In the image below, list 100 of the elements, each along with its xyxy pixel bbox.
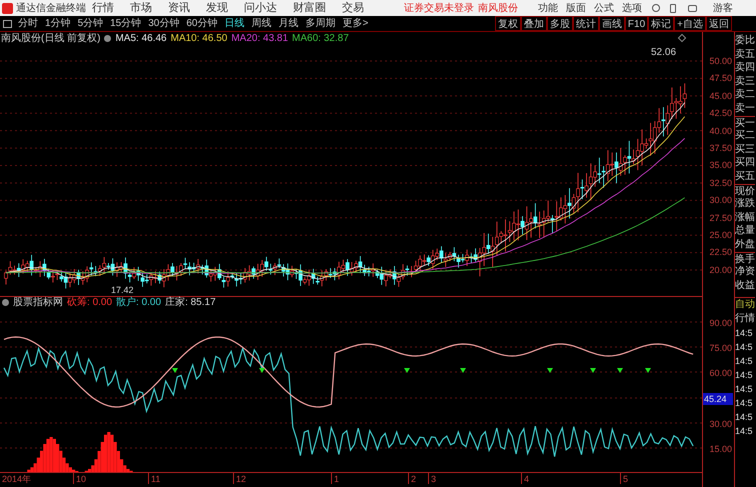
price-axis-label: 42.50 (708, 107, 733, 120)
date-label: 4 (521, 473, 620, 484)
menu-item[interactable]: 行情 (92, 0, 114, 16)
moving-average-value: MA60: 32.87 (292, 32, 349, 46)
indicator-axis-label: 90.00 (708, 317, 733, 330)
date-label: 12 (233, 473, 331, 484)
chart-title: 南风股份(日线 前复权) (1, 32, 100, 46)
date-label: 3 (428, 473, 521, 484)
indicator-axis-label: 45.24 (703, 392, 734, 418)
panel-toggle-icon[interactable] (3, 20, 12, 28)
moving-average-value: MA20: 43.81 (231, 32, 288, 46)
ticks-header: 行情 (735, 312, 755, 326)
price-axis-label: 30.00 (708, 194, 733, 208)
period-tab[interactable]: 更多> (342, 16, 368, 31)
quote-label: 买一 (735, 116, 755, 130)
indicator-value: 散户: 0.00 (116, 296, 162, 310)
toolbar-button[interactable]: 返回 (706, 16, 732, 31)
price-axis-label: 50.00 (708, 55, 733, 68)
moving-average-value: MA5: 46.46 (115, 32, 167, 46)
quote-label: 卖五 (735, 48, 755, 62)
quote-label: 买二 (735, 129, 755, 143)
indicator-axis-label: 15.00 (708, 442, 733, 456)
date-label: 10 (73, 473, 148, 484)
signal-triangle-icon (617, 368, 623, 373)
period-tab[interactable]: 1分钟 (45, 16, 71, 31)
trade-time: 14:5 (735, 341, 754, 354)
menu-item[interactable]: 公式 (594, 0, 614, 16)
menu-item[interactable]: 资讯 (168, 0, 190, 16)
auto-status[interactable]: 自动 (735, 297, 755, 312)
signal-triangle-icon (547, 368, 553, 373)
period-tab[interactable]: 月线 (278, 16, 298, 31)
app-logo-icon (2, 2, 13, 14)
menu-item[interactable]: 市场 (130, 0, 152, 16)
price-axis-label: 20.00 (708, 264, 733, 277)
quote-label: 委比 (735, 34, 755, 48)
toolbar-button[interactable]: 标记 (648, 16, 674, 31)
period-tab[interactable]: 60分钟 (186, 16, 218, 31)
menu-item[interactable]: 发现 (206, 0, 228, 16)
toolbar-button[interactable]: 画线 (598, 16, 625, 31)
toolbar-button[interactable]: 复权 (494, 16, 521, 31)
date-label: 11 (148, 473, 233, 484)
login-status: 证券交易未登录 (404, 2, 474, 16)
signal-triangle-icon (590, 368, 596, 373)
price-axis-label: 47.50 (708, 72, 733, 86)
trade-time: 14:5 (735, 327, 754, 340)
trade-time: 14:5 (735, 383, 754, 396)
price-axis-label: 40.00 (708, 124, 733, 138)
period-tab[interactable]: 日线 (224, 16, 244, 31)
signal-triangle-icon (172, 368, 178, 373)
low-price-label: 17.42 (111, 284, 134, 296)
period-tab[interactable]: 多周期 (306, 16, 336, 31)
toolbar-button[interactable]: +自选 (674, 16, 706, 31)
toolbar-button[interactable]: F10 (624, 16, 648, 31)
trade-time: 14:5 (735, 397, 754, 410)
stock-link[interactable]: 南风股份 (478, 0, 518, 16)
quote-label: 买四 (735, 156, 755, 170)
date-label: 1 (331, 473, 408, 484)
moving-average-value: MA10: 46.50 (170, 32, 228, 46)
period-tab[interactable]: 30分钟 (148, 16, 180, 31)
quote-label: 涨跌 (735, 197, 755, 211)
toolbar-button[interactable]: 多股 (546, 16, 573, 31)
date-label: 2 (408, 473, 428, 484)
quote-label: 净资 (735, 265, 755, 279)
quote-label: 总量 (735, 224, 755, 238)
quote-label: 买五 (735, 170, 755, 184)
period-tab[interactable]: 5分钟 (78, 16, 104, 31)
toolbar-button[interactable]: 统计 (572, 16, 599, 31)
quote-label: 卖一 (735, 102, 755, 116)
price-axis-label: 45.00 (708, 90, 733, 103)
period-tab[interactable]: 15分钟 (110, 16, 142, 31)
app-title: 通达信金融终端 (16, 2, 86, 16)
signal-triangle-icon (645, 368, 651, 373)
indicator-axis-label: 60.00 (708, 367, 733, 380)
price-axis-label: 35.00 (708, 159, 733, 172)
quote-label: 收益 (735, 278, 755, 292)
menu-item[interactable]: 交易 (342, 0, 364, 16)
signal-triangle-icon (404, 368, 410, 373)
toolbar-button[interactable]: 叠加 (520, 16, 547, 31)
quote-label: 换手 (735, 252, 755, 266)
price-axis-label: 27.50 (708, 212, 733, 225)
period-tab[interactable]: 分时 (18, 16, 38, 31)
price-axis-label: 32.50 (708, 176, 733, 190)
quote-label: 外盘 (735, 238, 755, 252)
quote-label: 卖四 (735, 61, 755, 75)
date-label: 5 (620, 473, 703, 484)
indicator-axis-label: 30.00 (708, 418, 733, 431)
quote-label: 卖三 (735, 74, 755, 88)
signal-triangle-icon (259, 368, 265, 373)
menu-item[interactable]: 版面 (566, 0, 586, 16)
menu-item[interactable]: 功能 (538, 0, 558, 16)
quote-label: 现价 (735, 184, 755, 198)
trade-time: 14:5 (735, 425, 754, 438)
user-name[interactable]: 游客 (713, 0, 733, 16)
trade-time: 14:5 (735, 411, 754, 424)
period-tab[interactable]: 周线 (252, 16, 272, 31)
menu-item[interactable]: 财富圈 (293, 0, 326, 16)
menu-item[interactable]: 选项 (622, 0, 642, 16)
price-axis-label: 37.50 (708, 142, 733, 156)
menu-item[interactable]: 问小达 (244, 0, 277, 16)
indicator-axis-label: 75.00 (708, 342, 733, 356)
